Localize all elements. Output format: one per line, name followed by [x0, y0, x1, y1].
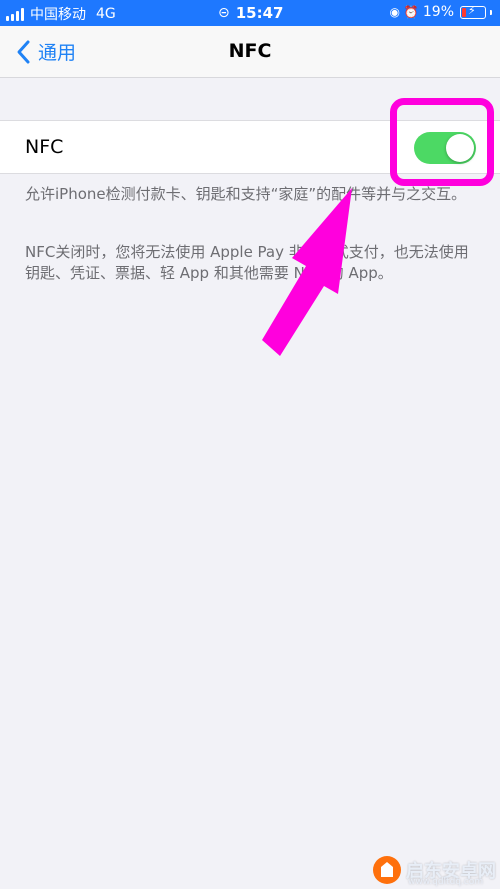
- toggle-knob: [446, 134, 474, 162]
- network-type: 4G: [96, 6, 116, 22]
- link-icon: ⊝: [218, 5, 230, 21]
- battery-tip: [490, 9, 492, 15]
- nfc-description: 允许iPhone检测付款卡、钥匙和支持“家庭”的配件等并与之交互。: [25, 185, 467, 203]
- battery-percent: 19%: [422, 4, 454, 20]
- status-right: ◉ ⏰ 19% ⚡: [389, 4, 492, 20]
- status-left: 中国移动 4G: [6, 4, 116, 24]
- status-bar: 中国移动 4G ⊝ 15:47 ◉ ⏰ 19% ⚡: [0, 0, 500, 26]
- battery-level: [462, 7, 466, 17]
- status-time: 15:47: [235, 4, 284, 22]
- page-title: NFC: [228, 40, 272, 62]
- charging-bolt-icon: ⚡: [468, 3, 476, 17]
- nfc-setting-row: NFC: [0, 120, 500, 174]
- alarm-icon: ⏰: [403, 5, 419, 19]
- navigation-bar: 通用 NFC: [0, 26, 500, 78]
- carrier-name: 中国移动: [30, 7, 86, 23]
- signal-icon: [6, 7, 24, 21]
- watermark-url: www.qdltdq.com: [408, 877, 484, 887]
- nfc-toggle[interactable]: [414, 132, 476, 164]
- watermark-logo-icon: [373, 856, 401, 884]
- orientation-lock-icon: ◉: [389, 5, 400, 19]
- status-center: ⊝ 15:47: [218, 4, 283, 22]
- nfc-label: NFC: [25, 136, 64, 158]
- nfc-off-note: NFC关闭时，您将无法使用 Apple Pay 非接触式支付，也无法使用钥匙、凭…: [25, 243, 469, 282]
- battery-icon: ⚡: [460, 3, 486, 19]
